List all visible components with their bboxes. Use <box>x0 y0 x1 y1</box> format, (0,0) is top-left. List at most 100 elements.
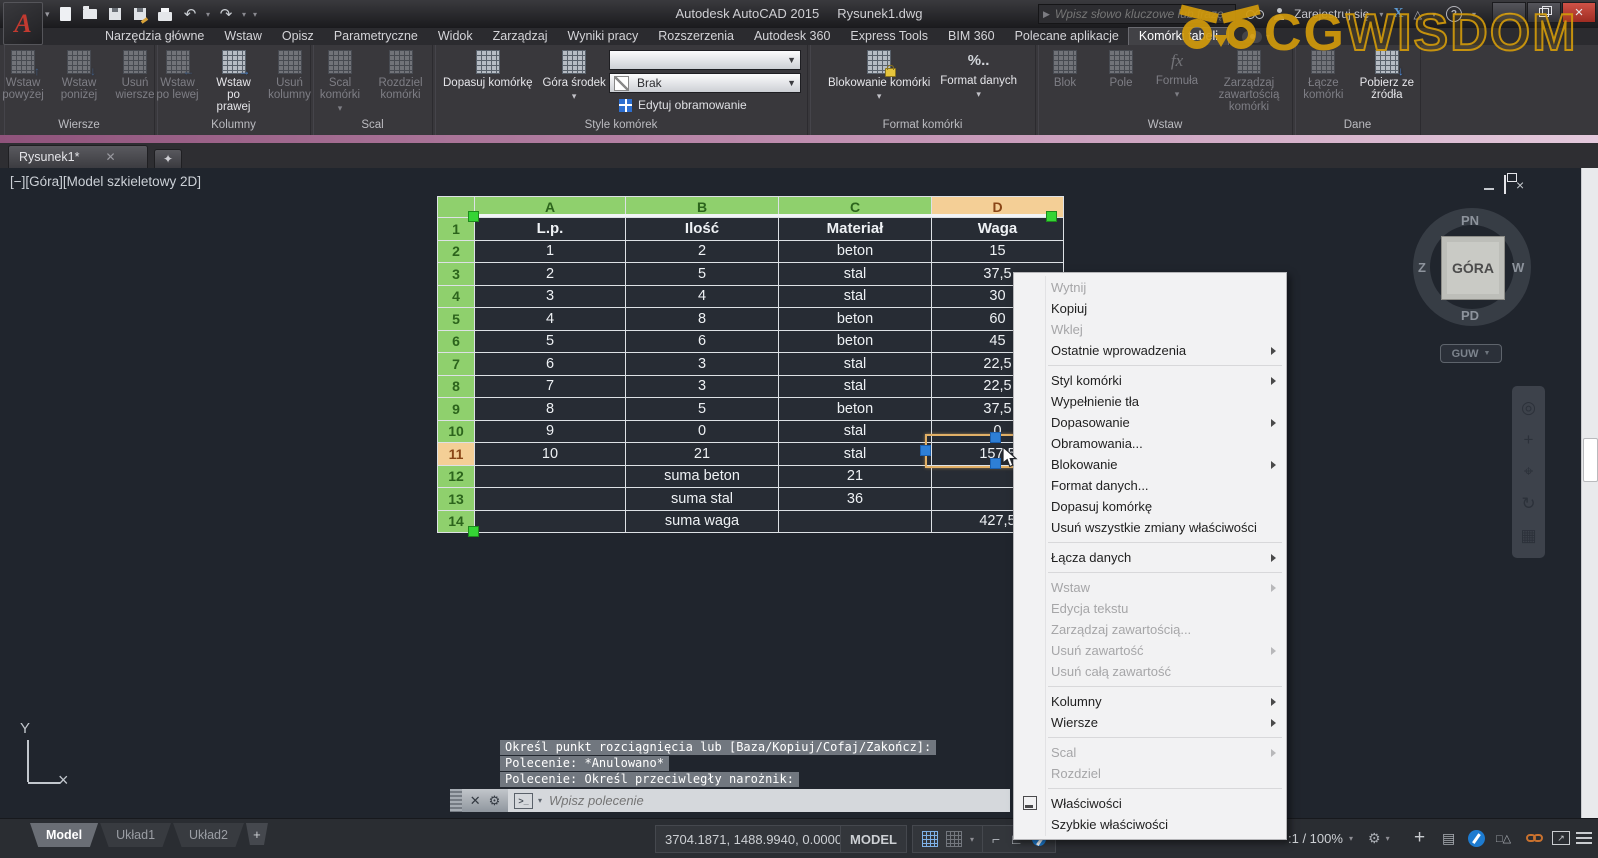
table-cell[interactable]: 8 <box>475 398 625 420</box>
command-customize-icon[interactable]: ⚙ <box>489 793 501 809</box>
table-cell[interactable]: 4 <box>626 286 778 308</box>
table-cell[interactable]: suma waga <box>626 511 778 533</box>
save-icon[interactable] <box>106 5 124 23</box>
minimize-button[interactable]: – <box>1492 2 1526 23</box>
table-cell[interactable]: stal <box>779 263 931 285</box>
row-header-13[interactable]: 13 <box>438 488 474 510</box>
ribbon-tab-express-tools[interactable]: Express Tools <box>840 28 938 45</box>
table-cell[interactable]: 21 <box>626 443 778 465</box>
gear-icon[interactable]: ⚙ <box>1368 830 1381 847</box>
autocad-logo-icon[interactable]: A <box>3 2 43 45</box>
search-input[interactable] <box>1053 6 1227 22</box>
snap-mode-icon[interactable] <box>946 831 962 847</box>
viewport-close-icon[interactable]: × <box>1516 177 1524 193</box>
table-cell[interactable]: L.p. <box>475 218 625 240</box>
layout-tab-układ1[interactable]: Układ1 <box>100 823 171 847</box>
table-cell[interactable] <box>475 466 625 488</box>
ribbon-tab-opisz[interactable]: Opisz <box>272 28 324 45</box>
drawing-file-tab[interactable]: Rysunek1* ✕ <box>8 145 148 168</box>
table-grip-bottom-left[interactable] <box>468 526 479 537</box>
row-header-4[interactable]: 4 <box>438 286 474 308</box>
help-dropdown-icon[interactable]: ▾ <box>1472 10 1476 19</box>
cell-grip-top-right[interactable] <box>990 432 1001 443</box>
grid-display-icon[interactable] <box>922 831 938 847</box>
autodesk360-dropdown-icon[interactable]: ▾ <box>1432 10 1436 19</box>
qat-customize-icon[interactable]: ▾ <box>253 10 257 19</box>
new-drawing-tab-button[interactable]: ✦ <box>154 149 182 168</box>
cell-grip-left[interactable] <box>920 445 931 456</box>
ribbon-tab-wstaw[interactable]: Wstaw <box>214 28 272 45</box>
ribbon-tab-wyniki-pracy[interactable]: Wyniki pracy <box>558 28 649 45</box>
menu-item-blokowanie[interactable]: Blokowanie <box>1015 454 1285 475</box>
viewcube-west-label[interactable]: Z <box>1418 260 1426 275</box>
viewport-restore-icon[interactable] <box>1504 176 1506 194</box>
table-cell[interactable]: 0 <box>626 421 778 443</box>
orbit-icon[interactable]: ↻ <box>1521 494 1535 514</box>
autodesk360-icon[interactable]: △ <box>1414 8 1422 21</box>
table-cell[interactable]: 10 <box>475 443 625 465</box>
undo-icon[interactable]: ↶ <box>181 5 199 23</box>
menu-item-styl-komórki[interactable]: Styl komórki <box>1015 370 1285 391</box>
sign-in-dropdown-icon[interactable]: ▾ <box>1379 10 1383 19</box>
table-cell[interactable]: 2 <box>475 263 625 285</box>
gear-dropdown-icon[interactable]: ▾ <box>1386 834 1390 843</box>
user-icon[interactable] <box>1274 8 1284 20</box>
table-cell[interactable]: suma beton <box>626 466 778 488</box>
menu-item-łącza-danych[interactable]: Łącza danych <box>1015 547 1285 568</box>
table-cell[interactable]: 3 <box>626 353 778 375</box>
viewcube-south-label[interactable]: PD <box>1461 308 1479 323</box>
new-layout-button[interactable]: + <box>246 823 268 845</box>
clean-screen-icon[interactable]: ↗ <box>1552 825 1570 851</box>
ribbon-tab-autodesk-360[interactable]: Autodesk 360 <box>744 28 840 45</box>
viewcube-north-label[interactable]: PN <box>1461 213 1479 228</box>
table-cell[interactable]: beton <box>779 241 931 263</box>
viewcube-east-label[interactable]: W <box>1512 260 1524 275</box>
search-binoculars-icon[interactable] <box>1246 10 1264 19</box>
table-cell[interactable]: 5 <box>626 398 778 420</box>
redo-icon[interactable]: ↷ <box>217 5 235 23</box>
table-cell[interactable]: 9 <box>475 421 625 443</box>
table-cell[interactable]: 1 <box>475 241 625 263</box>
table-cell[interactable]: beton <box>779 308 931 330</box>
file-tab-close-icon[interactable]: ✕ <box>105 150 115 164</box>
table-cell[interactable]: 3 <box>475 286 625 308</box>
menu-item-usuń-wszystkie-zmiany-właściwości[interactable]: Usuń wszystkie zmiany właściwości <box>1015 517 1285 538</box>
command-recent-dropdown-icon[interactable]: ▾ <box>538 796 542 805</box>
viewport-minimize-icon[interactable] <box>1484 188 1494 190</box>
zoom-tool-icon[interactable]: ⌖ <box>1524 462 1534 482</box>
row-header-9[interactable]: 9 <box>438 398 474 420</box>
new-file-icon[interactable] <box>56 5 74 23</box>
row-header-7[interactable]: 7 <box>438 353 474 375</box>
command-prompt-icon[interactable]: >_ <box>514 793 533 809</box>
table-cell[interactable]: stal <box>779 286 931 308</box>
row-header-12[interactable]: 12 <box>438 466 474 488</box>
customization-menu-icon[interactable] <box>1576 825 1592 851</box>
ribbon-tab-rozszerzenia[interactable]: Rozszerzenia <box>648 28 744 45</box>
app-menu-arrow-icon[interactable]: ▾ <box>45 9 50 20</box>
table-cell[interactable]: 21 <box>779 466 931 488</box>
menu-item-właściwości[interactable]: Właściwości <box>1015 793 1285 814</box>
menu-item-ostatnie-wprowadzenia[interactable]: Ostatnie wprowadzenia <box>1015 340 1285 361</box>
vertical-scrollbar[interactable] <box>1581 168 1598 818</box>
ribbon-tab-zarządzaj[interactable]: Zarządzaj <box>483 28 558 45</box>
snap-dropdown-icon[interactable]: ▾ <box>970 835 974 844</box>
model-space-button[interactable]: MODEL <box>840 825 907 853</box>
table-cell[interactable]: 15 <box>932 241 1063 263</box>
cell-grip-bottom-right[interactable] <box>990 458 1001 469</box>
dynamic-input-icon[interactable]: ⌐ <box>992 831 1000 847</box>
exchange-apps-icon[interactable]: X <box>1393 6 1403 22</box>
annotation-scale-display[interactable]: :1 / 100% ▾ <box>1288 825 1353 851</box>
connect-cloud-icon[interactable] <box>1242 31 1262 43</box>
ribbon-tab-widok[interactable]: Widok <box>428 28 483 45</box>
table-cell[interactable]: Waga <box>932 218 1063 240</box>
menu-item-kolumny[interactable]: Kolumny <box>1015 691 1285 712</box>
table-cell[interactable]: 36 <box>779 488 931 510</box>
blokowanie-komórki-button[interactable]: Blokowanie komórki▾ <box>824 48 934 104</box>
pan-icon[interactable]: + <box>1524 430 1534 450</box>
help-icon[interactable]: ? <box>1446 6 1462 22</box>
table-grip-top-left[interactable] <box>468 211 479 222</box>
menu-item-dopasuj-komórkę[interactable]: Dopasuj komórkę <box>1015 496 1285 517</box>
layout-tab-układ2[interactable]: Układ2 <box>173 823 244 847</box>
edit-border-button[interactable]: Edytuj obramowanie <box>609 96 801 114</box>
table-cell[interactable]: 3 <box>626 376 778 398</box>
